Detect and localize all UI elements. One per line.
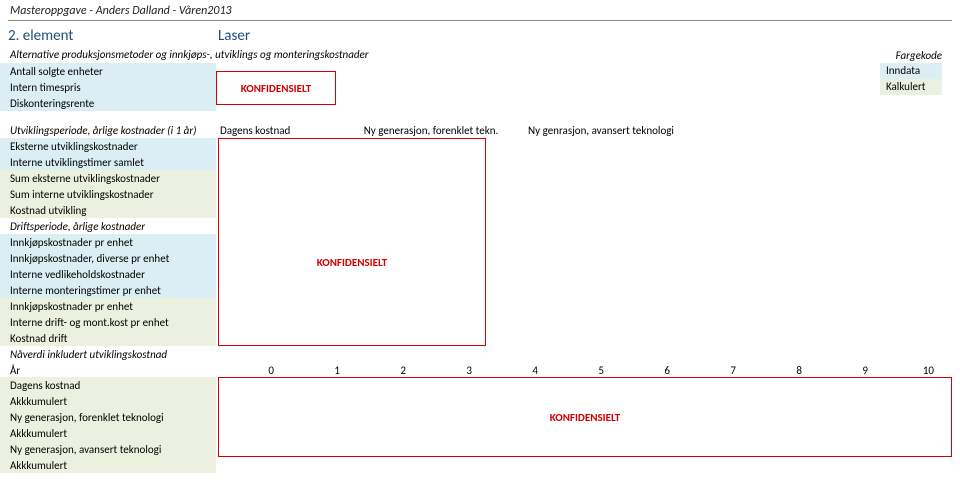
- row-label: Akkkumulert: [0, 393, 216, 409]
- bottom-block: KONFIDENSIELT Dagens kostnadAkkkumulertN…: [0, 377, 960, 473]
- year-cell: 2: [348, 364, 414, 377]
- year-cell: 6: [612, 364, 678, 377]
- table-body: KONFIDENSIELT Eksterne utviklingskostnad…: [0, 138, 960, 346]
- row-label: Interne monteringstimer pr enhet: [0, 282, 216, 298]
- year-row: År 012345678910: [0, 364, 960, 377]
- col-dagens: Dagens kostnad: [216, 123, 346, 138]
- row-label: Ny generasjon, forenklet teknologi: [0, 409, 216, 425]
- naaverdi-label: Nåverdi inkludert utviklingskostnad: [0, 346, 216, 362]
- year-cell: 4: [480, 364, 546, 377]
- row-label: Innkjøpskostnader pr enhet: [0, 298, 216, 314]
- section-name: Laser: [218, 27, 250, 45]
- row-label: Ny generasjon, avansert teknologi: [0, 441, 216, 457]
- page-header: Masteroppgave - Anders Dalland - Våren20…: [0, 0, 960, 20]
- legend-inndata: Inndata: [880, 63, 942, 79]
- confidential-box-inputs: KONFIDENSIELT: [216, 71, 336, 105]
- label-disk: Diskonteringsrente: [0, 95, 216, 111]
- row-label: Kostnad utvikling: [0, 202, 216, 218]
- year-cell: 0: [216, 364, 282, 377]
- confidential-box-table: KONFIDENSIELT: [218, 138, 486, 346]
- row-label: Kostnad drift: [0, 330, 216, 346]
- row-label: Eksterne utviklingskostnader: [0, 138, 216, 154]
- label-antall: Antall solgte enheter: [0, 63, 216, 79]
- row-header-title: Utviklingsperiode, årlige kostnader (i 1…: [0, 123, 216, 138]
- row-label: Innkjøpskostnader pr enhet: [0, 234, 216, 250]
- row-label: Interne vedlikeholdskostnader: [0, 266, 216, 282]
- legend-title: Fargekode: [896, 47, 960, 63]
- row-label: Dagens kostnad: [0, 377, 216, 393]
- year-cell: 10: [876, 364, 942, 377]
- subtitle: Alternative produksjonsmetoder og innkjø…: [0, 47, 430, 63]
- table-row: Akkkumulert: [0, 457, 960, 473]
- row-label: Interne drift- og mont.kost pr enhet: [0, 314, 216, 330]
- row-label: Innkjøpskostnader, diverse pr enhet: [0, 250, 216, 266]
- col-forenklet: Ny generasjon, forenklet tekn.: [346, 123, 516, 138]
- year-label: År: [10, 364, 216, 377]
- drift-header: Driftsperiode, årlige kostnader: [0, 218, 216, 234]
- col-avansert: Ny genrasjon, avansert teknologi: [516, 123, 686, 138]
- row-label: Sum interne utviklingskostnader: [0, 186, 216, 202]
- row-label: Akkkumulert: [0, 425, 216, 441]
- divider: [8, 20, 952, 21]
- confidential-label: KONFIDENSIELT: [317, 256, 388, 269]
- row-label: Interne utviklingstimer samlet: [0, 154, 216, 170]
- legend-kalkulert: Kalkulert: [880, 79, 942, 95]
- year-cell: 5: [546, 364, 612, 377]
- row-label: Akkkumulert: [0, 457, 216, 473]
- subtitle-row: Alternative produksjonsmetoder og innkjø…: [0, 47, 960, 63]
- label-intern: Intern timespris: [0, 79, 216, 95]
- year-cell: 3: [414, 364, 480, 377]
- year-cell: 1: [282, 364, 348, 377]
- row-label: Sum eksterne utviklingskostnader: [0, 170, 216, 186]
- section-title: 2. element Laser: [0, 25, 960, 47]
- year-cell: 9: [810, 364, 876, 377]
- input-labels: Antall solgte enheter Intern timespris D…: [0, 63, 216, 111]
- confidential-label-2: KONFIDENSIELT: [550, 411, 621, 424]
- year-cell: 8: [744, 364, 810, 377]
- table-header: Utviklingsperiode, årlige kostnader (i 1…: [0, 123, 960, 138]
- section-number: 2. element: [8, 27, 218, 45]
- year-cell: 7: [678, 364, 744, 377]
- confidential-box-bottom: KONFIDENSIELT: [218, 377, 952, 457]
